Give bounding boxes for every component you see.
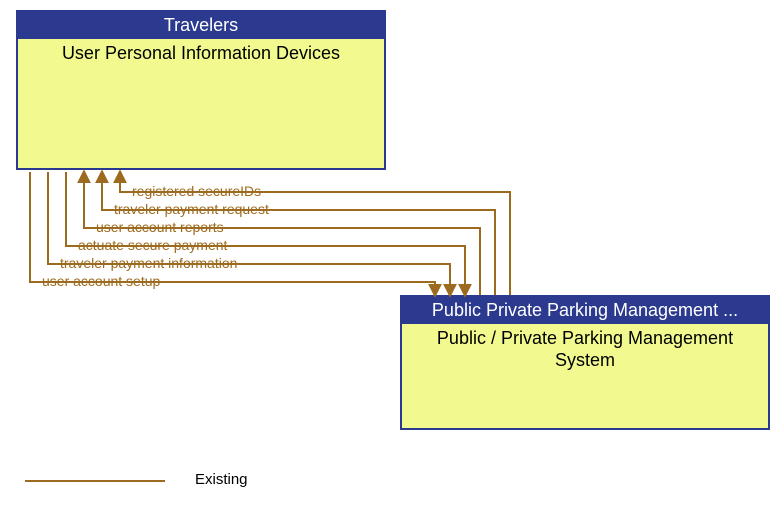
flow-label-actuate-secure-payment: actuate secure payment <box>78 237 227 253</box>
flow-label-traveler-payment-information: traveler payment information <box>60 255 237 271</box>
entity-travelers-header: Travelers <box>18 12 384 39</box>
entity-parking-management: Public Private Parking Management ... Pu… <box>400 295 770 430</box>
flow-label-user-account-reports: user account reports <box>96 219 224 235</box>
flow-label-traveler-payment-request: traveler payment request <box>114 201 269 217</box>
entity-travelers-body: User Personal Information Devices <box>18 39 384 168</box>
legend-existing-label: Existing <box>195 471 248 488</box>
entity-parking-management-body: Public / Private Parking Management Syst… <box>402 324 768 428</box>
entity-parking-management-header: Public Private Parking Management ... <box>402 297 768 324</box>
flow-label-registered-secureids: registered secureIDs <box>132 183 261 199</box>
flow-label-user-account-setup: user account setup <box>42 273 160 289</box>
entity-travelers: Travelers User Personal Information Devi… <box>16 10 386 170</box>
legend-existing-line <box>25 480 165 482</box>
